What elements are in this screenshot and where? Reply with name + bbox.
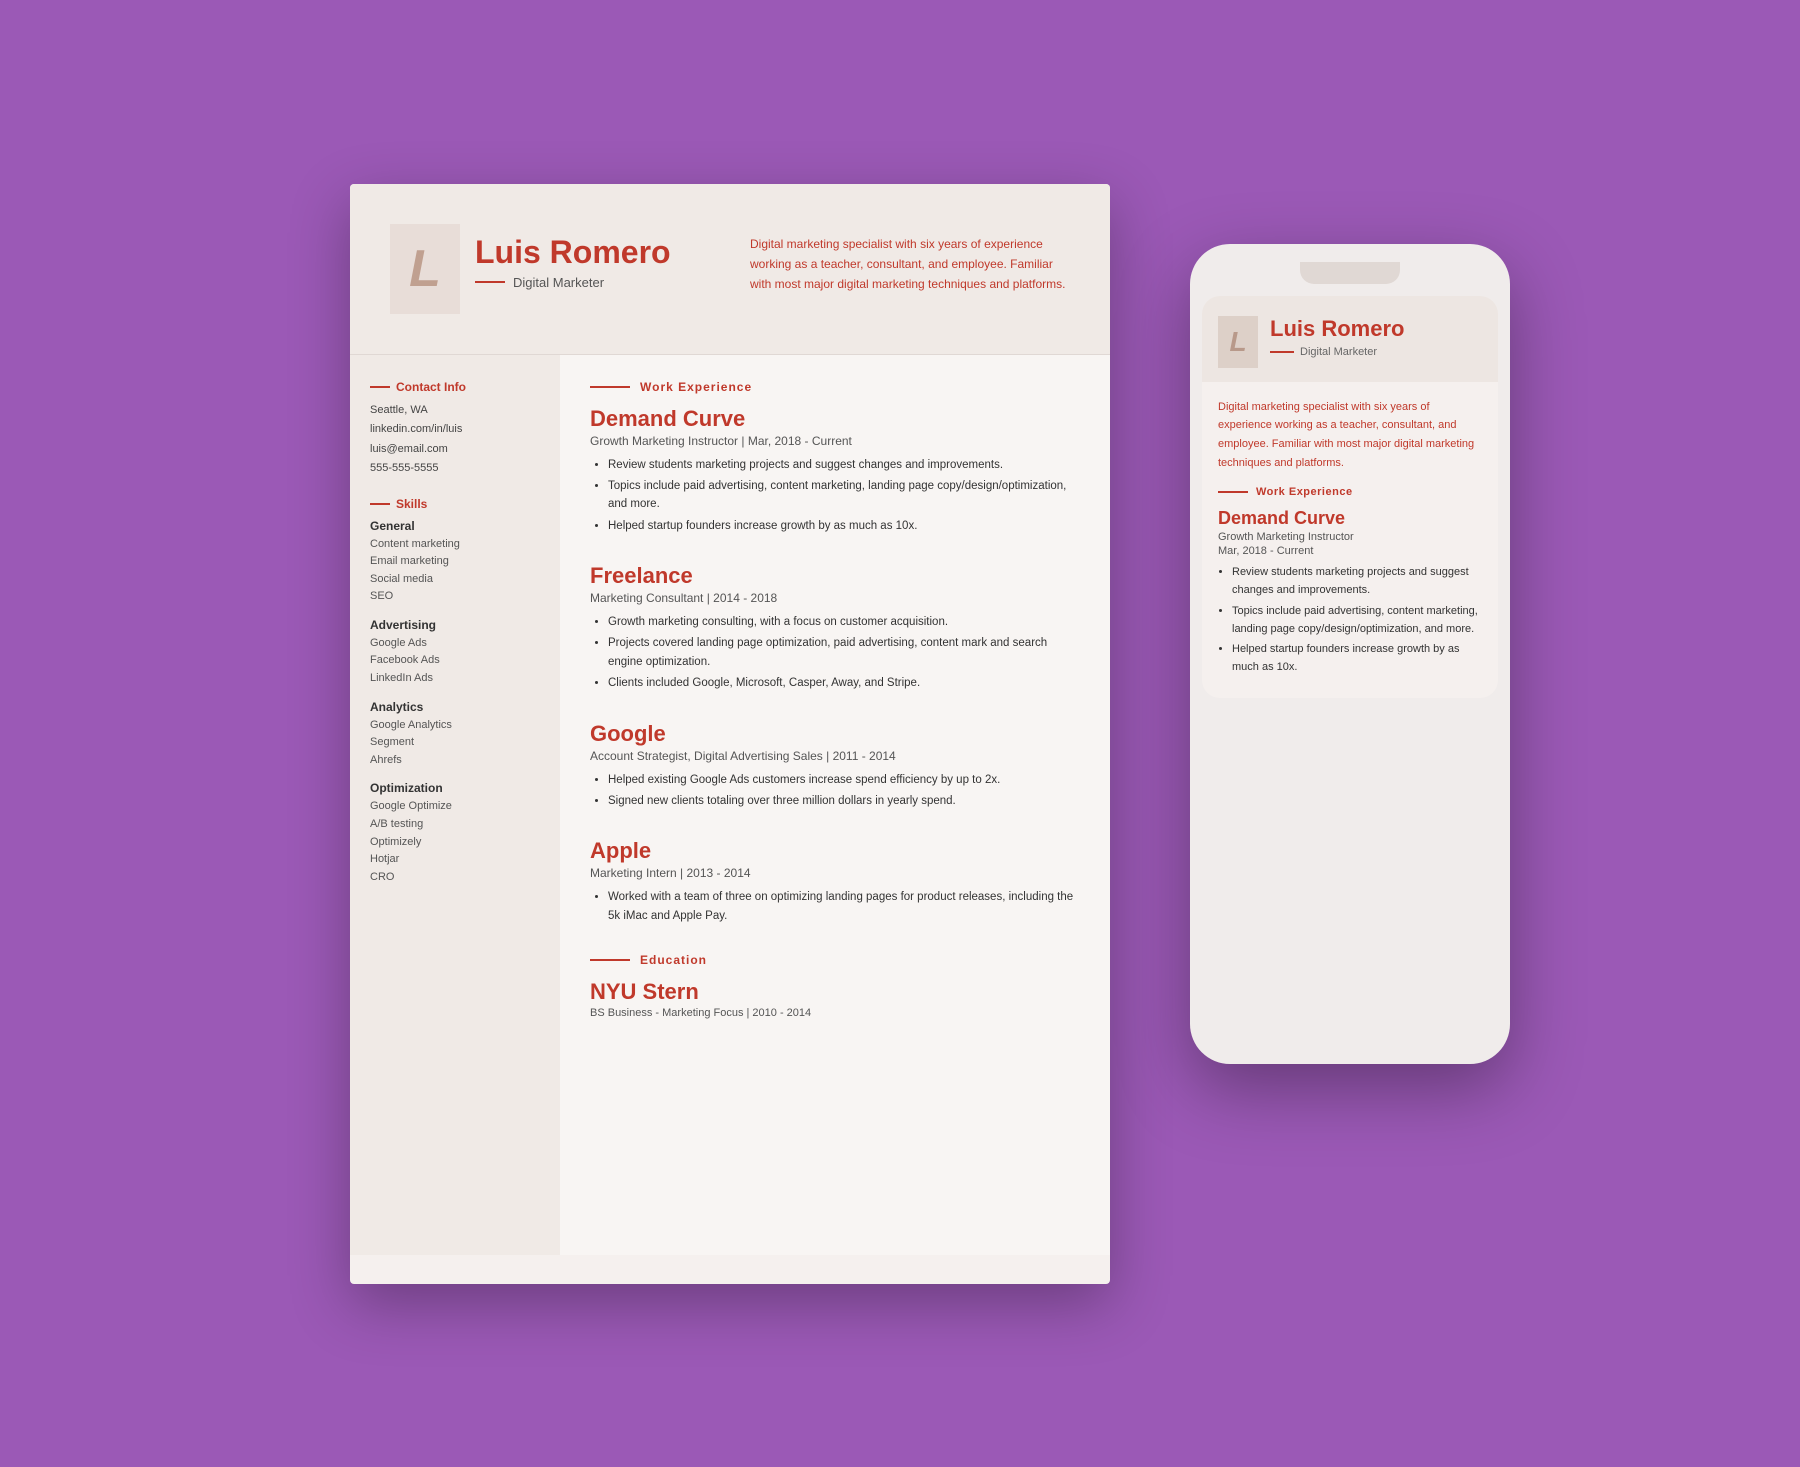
resume-body: Contact Info Seattle, WA linkedin.com/in… [350,355,1110,1255]
role-google: Account Strategist, Digital Advertising … [590,749,1080,763]
edu-school: NYU Stern [590,979,1080,1005]
phone-company: Demand Curve [1218,508,1482,529]
phone-work-section-header: Work Experience [1218,486,1482,498]
resume-sidebar: Contact Info Seattle, WA linkedin.com/in… [350,355,560,1255]
contact-phone: 555-555-5555 [370,460,540,477]
bullet-item: Worked with a team of three on optimizin… [608,888,1080,925]
company-demand-curve: Demand Curve [590,406,1080,432]
phone-bullet-item: Helped startup founders increase growth … [1232,640,1482,676]
phone-name-divider: Digital Marketer [1270,346,1404,358]
scene: L Luis Romero Digital Marketer Digital m… [350,184,1450,1284]
phone-work-section-line [1218,491,1248,493]
resume-bio: Digital marketing specialist with six ye… [750,234,1070,295]
bullet-item: Projects covered landing page optimizati… [608,634,1080,671]
work-section-header: Work Experience [590,380,1080,394]
bullets-google: Helped existing Google Ads customers inc… [590,771,1080,811]
role-apple: Marketing Intern | 2013 - 2014 [590,866,1080,880]
edu-section-label: Education [640,953,707,967]
role-demand-curve: Growth Marketing Instructor | Mar, 2018 … [590,434,1080,448]
phone-name: Luis Romero [1270,316,1404,342]
phone-content: L Luis Romero Digital Marketer Digital m… [1202,296,1498,699]
phone-bio: Digital marketing specialist with six ye… [1218,398,1482,473]
skills-general: General Content marketing Email marketin… [370,519,540,606]
education-entry: NYU Stern BS Business - Marketing Focus … [590,979,1080,1019]
work-freelance: Freelance Marketing Consultant | 2014 - … [590,563,1080,693]
phone-wrapper: L Luis Romero Digital Marketer Digital m… [1190,244,1510,1064]
contact-email: luis@email.com [370,441,540,458]
header-monogram: L [390,224,460,314]
company-google: Google [590,721,1080,747]
phone-bullet-item: Review students marketing projects and s… [1232,563,1482,599]
bullets-apple: Worked with a team of three on optimizin… [590,888,1080,925]
edu-degree: BS Business - Marketing Focus | 2010 - 2… [590,1007,1080,1019]
facebook-ads-item: Facebook Ads [370,652,540,670]
phone-work-section-label: Work Experience [1256,486,1353,498]
work-section-line [590,386,630,388]
contact-section: Contact Info Seattle, WA linkedin.com/in… [370,380,540,477]
company-apple: Apple [590,838,1080,864]
phone-divider-line [1270,351,1294,353]
skills-section: Skills General Content marketing Email m… [370,497,540,887]
work-apple: Apple Marketing Intern | 2013 - 2014 Wor… [590,838,1080,925]
skills-advertising: Advertising Google Ads Facebook Ads Link… [370,618,540,688]
resume-desktop: L Luis Romero Digital Marketer Digital m… [350,184,1110,1284]
edu-section-header: Education [590,953,1080,967]
header-left: L Luis Romero Digital Marketer [390,224,710,324]
bullets-freelance: Growth marketing consulting, with a focu… [590,613,1080,693]
skills-optimization: Optimization Google Optimize A/B testing… [370,781,540,886]
work-section-label: Work Experience [640,380,752,394]
bullet-item: Topics include paid advertising, content… [608,477,1080,514]
edu-section-line [590,959,630,961]
phone-notch [1300,262,1400,284]
phone-header: L Luis Romero Digital Marketer [1202,296,1498,382]
contact-city: Seattle, WA [370,402,540,419]
work-google: Google Account Strategist, Digital Adver… [590,721,1080,811]
phone-role: Growth Marketing Instructor [1218,531,1482,543]
resume-title: Digital Marketer [513,275,604,290]
contact-linkedin: linkedin.com/in/luis [370,421,540,438]
name-divider-line [475,281,505,283]
phone-bullet-item: Topics include paid advertising, content… [1232,602,1482,638]
bullet-item: Helped startup founders increase growth … [608,517,1080,535]
bullet-item: Signed new clients totaling over three m… [608,792,1080,810]
skills-title-line [370,503,390,505]
contact-title-line [370,386,390,388]
phone-title: Digital Marketer [1300,346,1377,358]
bullets-demand-curve: Review students marketing projects and s… [590,456,1080,536]
skills-section-title: Skills [370,497,540,511]
work-demand-curve: Demand Curve Growth Marketing Instructor… [590,406,1080,536]
role-freelance: Marketing Consultant | 2014 - 2018 [590,591,1080,605]
bullet-item: Review students marketing projects and s… [608,456,1080,474]
resume-main: Work Experience Demand Curve Growth Mark… [560,355,1110,1255]
phone-date: Mar, 2018 - Current [1218,545,1482,557]
phone-outer: L Luis Romero Digital Marketer Digital m… [1190,244,1510,1064]
phone-monogram: L [1218,316,1258,368]
bullet-item: Clients included Google, Microsoft, Casp… [608,674,1080,692]
header-right: Digital marketing specialist with six ye… [750,224,1070,295]
contact-section-title: Contact Info [370,380,540,394]
skills-analytics: Analytics Google Analytics Segment Ahref… [370,700,540,770]
bullet-item: Growth marketing consulting, with a focu… [608,613,1080,631]
bullet-item: Helped existing Google Ads customers inc… [608,771,1080,789]
name-divider: Digital Marketer [475,275,710,290]
resume-header: L Luis Romero Digital Marketer Digital m… [350,184,1110,355]
google-analytics-item: Google Analytics [370,717,540,735]
company-freelance: Freelance [590,563,1080,589]
phone-bullets: Review students marketing projects and s… [1218,563,1482,676]
phone-name-block: Luis Romero Digital Marketer [1270,316,1404,362]
